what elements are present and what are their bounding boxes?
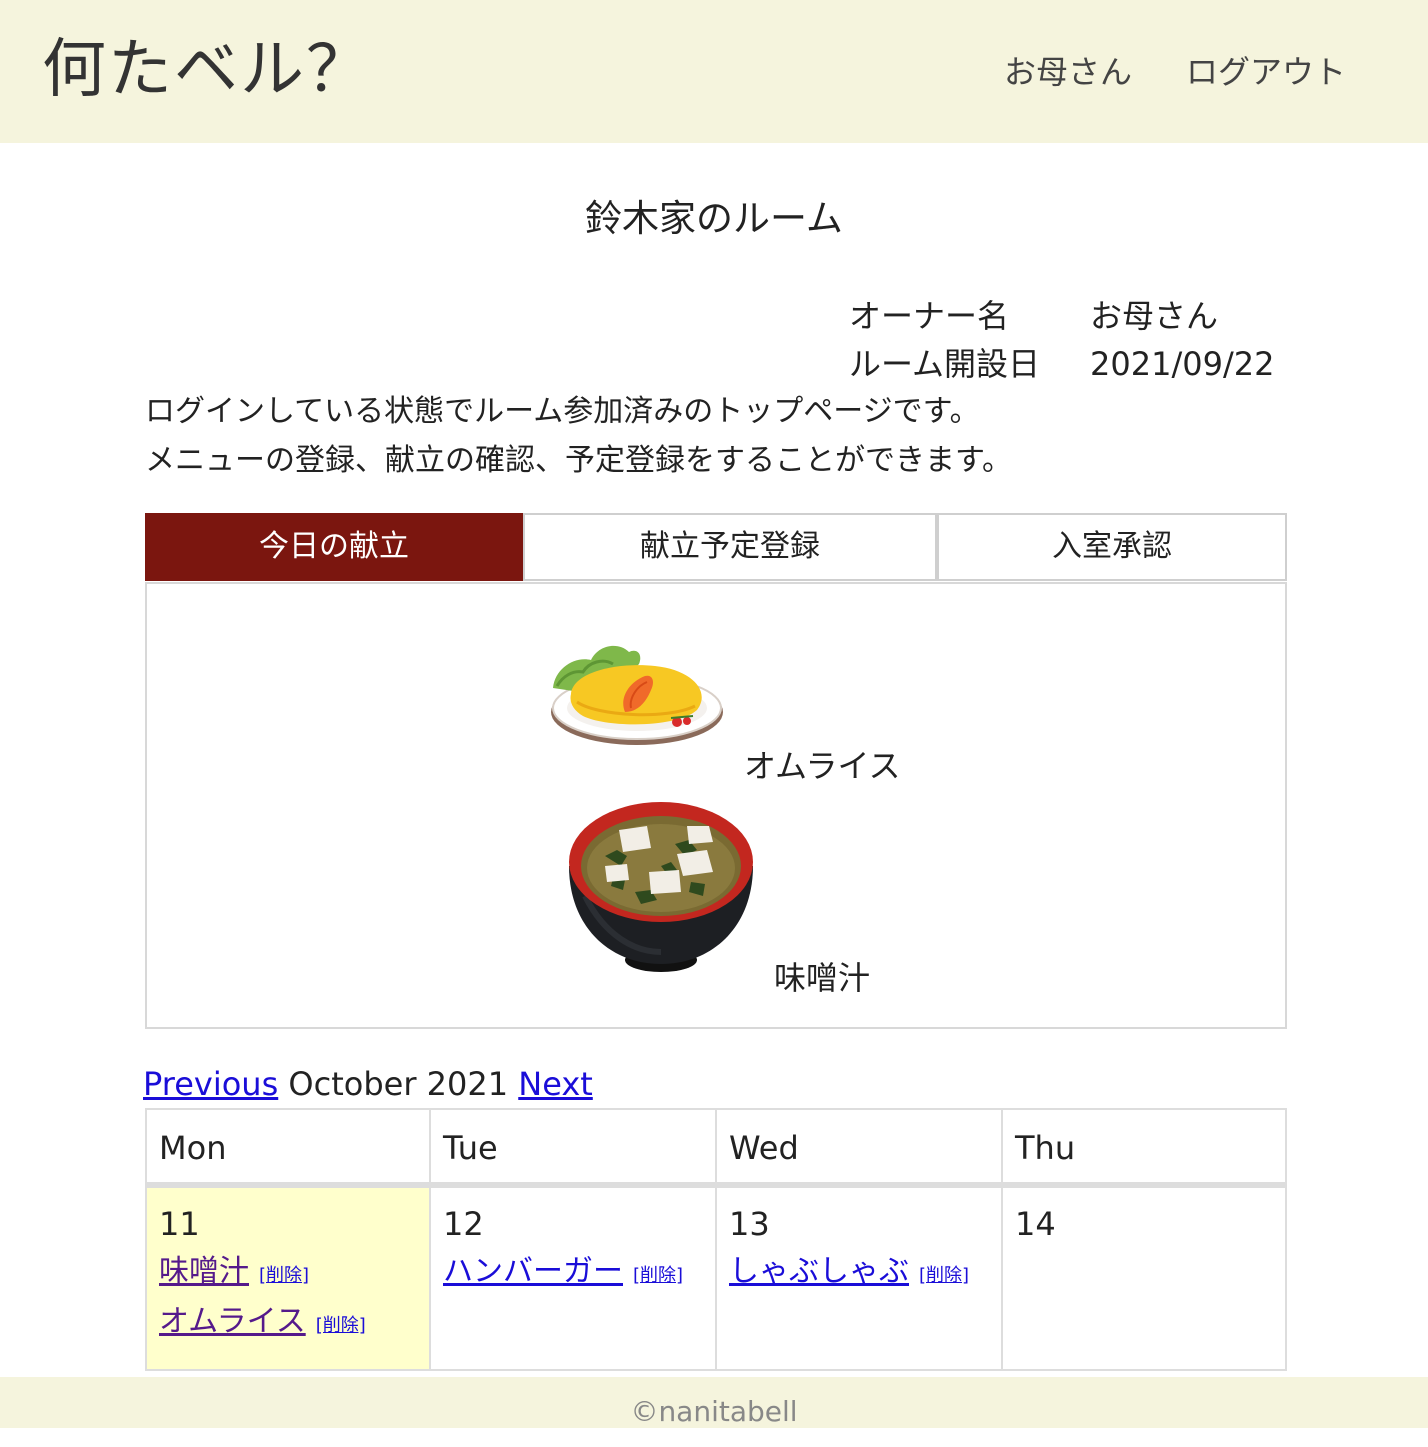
tab-bar: 今日の献立 献立予定登録 入室承認 bbox=[145, 513, 1287, 583]
header-bar: 何たベル？ お母さん ログアウト bbox=[0, 0, 1428, 143]
description-line: ログインしている状態でルーム参加済みのトップページです。 bbox=[145, 394, 980, 429]
calendar-navigation: Previous October 2021 Next bbox=[143, 1064, 593, 1104]
delete-link[interactable]: [削除] bbox=[633, 1265, 683, 1286]
miso-soup-icon bbox=[569, 802, 753, 972]
dish-name: オムライス bbox=[744, 747, 901, 785]
tab-today-menu[interactable]: 今日の献立 bbox=[145, 513, 523, 581]
calendar-day-cell[interactable]: 12 ハンバーガー [削除] bbox=[429, 1184, 717, 1371]
current-month-label: October 2021 bbox=[288, 1065, 509, 1103]
calendar-day-cell[interactable]: 11 味噌汁 [削除] オムライス [削除] bbox=[145, 1184, 431, 1371]
dish-name: 味噌汁 bbox=[774, 959, 871, 997]
delete-link[interactable]: [削除] bbox=[316, 1315, 366, 1336]
day-number: 11 bbox=[159, 1205, 200, 1243]
menu-entry: ハンバーガー [削除] bbox=[443, 1254, 703, 1294]
footer-bar: ©nanitabell bbox=[0, 1377, 1428, 1428]
menu-entry: オムライス [削除] bbox=[159, 1304, 417, 1344]
copyright-text: ©nanitabell bbox=[630, 1395, 798, 1428]
owner-value: お母さん bbox=[1090, 297, 1219, 335]
delete-link[interactable]: [削除] bbox=[919, 1265, 969, 1286]
menu-entry-link[interactable]: ハンバーガー bbox=[443, 1254, 623, 1289]
delete-link[interactable]: [削除] bbox=[259, 1265, 309, 1286]
weekday-header: Tue bbox=[429, 1108, 717, 1184]
weekday-header: Mon bbox=[145, 1108, 431, 1184]
room-title: 鈴木家のルーム bbox=[585, 197, 843, 240]
tab-entry-approval[interactable]: 入室承認 bbox=[937, 513, 1287, 581]
day-number: 12 bbox=[443, 1205, 484, 1243]
day-number: 13 bbox=[729, 1205, 770, 1243]
description-line: メニューの登録、献立の確認、予定登録をすることができます。 bbox=[145, 443, 1012, 478]
created-date-label: ルーム開設日 bbox=[849, 345, 1041, 383]
created-date-value: 2021/09/22 bbox=[1090, 345, 1275, 383]
tab-menu-schedule[interactable]: 献立予定登録 bbox=[523, 513, 937, 581]
omurice-icon bbox=[551, 645, 723, 745]
app-title[interactable]: 何たベル？ bbox=[42, 30, 372, 110]
menu-entry-link[interactable]: オムライス bbox=[159, 1304, 306, 1339]
menu-entry-link[interactable]: 味噌汁 bbox=[159, 1254, 249, 1289]
today-menu-panel: オムライス 味噌汁 bbox=[145, 582, 1287, 1029]
owner-label: オーナー名 bbox=[849, 297, 1010, 335]
menu-entry: 味噌汁 [削除] bbox=[159, 1254, 417, 1294]
menu-entry-link[interactable]: しゃぶしゃぶ bbox=[729, 1254, 909, 1289]
menu-entry: しゃぶしゃぶ [削除] bbox=[729, 1254, 989, 1294]
weekday-header: Wed bbox=[715, 1108, 1003, 1184]
calendar-table: Mon Tue Wed Thu 11 味噌汁 [削除] オムライス [削除] 12 … bbox=[145, 1108, 1287, 1371]
calendar-day-cell[interactable]: 13 しゃぶしゃぶ [削除] bbox=[715, 1184, 1003, 1371]
previous-month-link[interactable]: Previous bbox=[143, 1065, 278, 1103]
logout-link[interactable]: ログアウト bbox=[1186, 52, 1346, 92]
weekday-header: Thu bbox=[1001, 1108, 1287, 1184]
next-month-link[interactable]: Next bbox=[518, 1065, 593, 1103]
user-name-link[interactable]: お母さん bbox=[1004, 52, 1132, 92]
day-number: 14 bbox=[1015, 1205, 1056, 1243]
calendar-day-cell[interactable]: 14 bbox=[1001, 1184, 1287, 1371]
